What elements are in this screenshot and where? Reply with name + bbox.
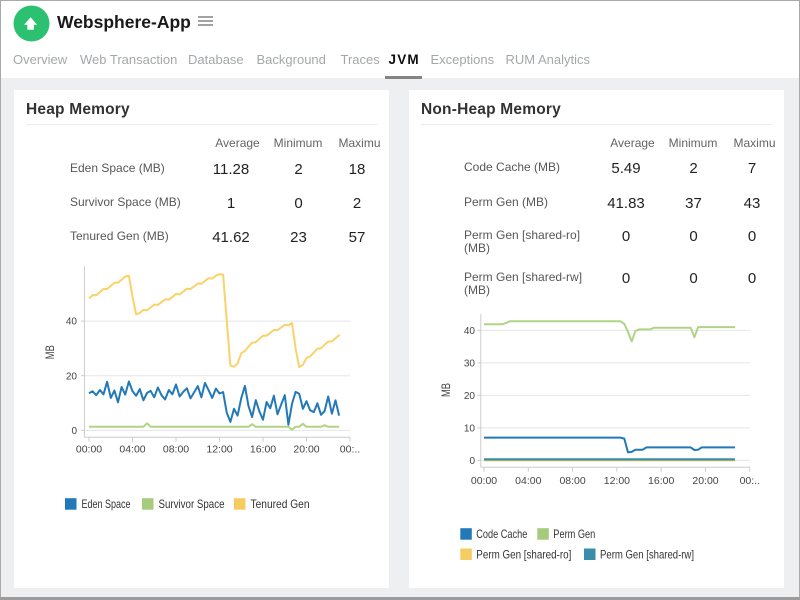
svg-text:20:00: 20:00: [293, 444, 319, 456]
svg-text:40: 40: [66, 317, 78, 328]
svg-text:10: 10: [464, 424, 476, 435]
svg-text:MB: MB: [45, 345, 57, 359]
svg-text:0: 0: [71, 426, 77, 437]
svg-text:16:00: 16:00: [648, 475, 674, 487]
svg-text:0: 0: [469, 456, 475, 467]
svg-text:Survivor Space: Survivor Space: [159, 497, 225, 511]
svg-text:04:00: 04:00: [119, 444, 145, 456]
svg-text:40: 40: [464, 326, 476, 337]
svg-text:16:00: 16:00: [250, 444, 276, 456]
svg-text:Tenured Gen: Tenured Gen: [251, 497, 310, 511]
svg-text:04:00: 04:00: [515, 475, 541, 487]
svg-text:08:00: 08:00: [163, 444, 189, 456]
svg-text:00:00: 00:00: [76, 444, 102, 456]
svg-text:12:00: 12:00: [604, 475, 630, 487]
svg-text:08:00: 08:00: [559, 475, 585, 487]
svg-text:Code Cache: Code Cache: [476, 527, 527, 541]
svg-text:20: 20: [66, 371, 78, 382]
svg-text:Eden Space: Eden Space: [82, 497, 131, 511]
svg-text:Perm Gen [shared-rw]: Perm Gen [shared-rw]: [600, 547, 694, 561]
svg-text:00:00: 00:00: [471, 475, 497, 487]
svg-text:20:00: 20:00: [692, 475, 718, 487]
svg-text:Perm Gen: Perm Gen: [553, 527, 595, 541]
svg-text:Perm Gen [shared-ro]: Perm Gen [shared-ro]: [476, 547, 571, 561]
svg-text:12:00: 12:00: [206, 444, 232, 456]
svg-text:MB: MB: [441, 383, 453, 397]
svg-text:30: 30: [464, 359, 476, 370]
svg-text:00:..: 00:..: [340, 444, 360, 456]
svg-text:20: 20: [464, 391, 476, 402]
svg-text:00:..: 00:..: [740, 475, 760, 487]
